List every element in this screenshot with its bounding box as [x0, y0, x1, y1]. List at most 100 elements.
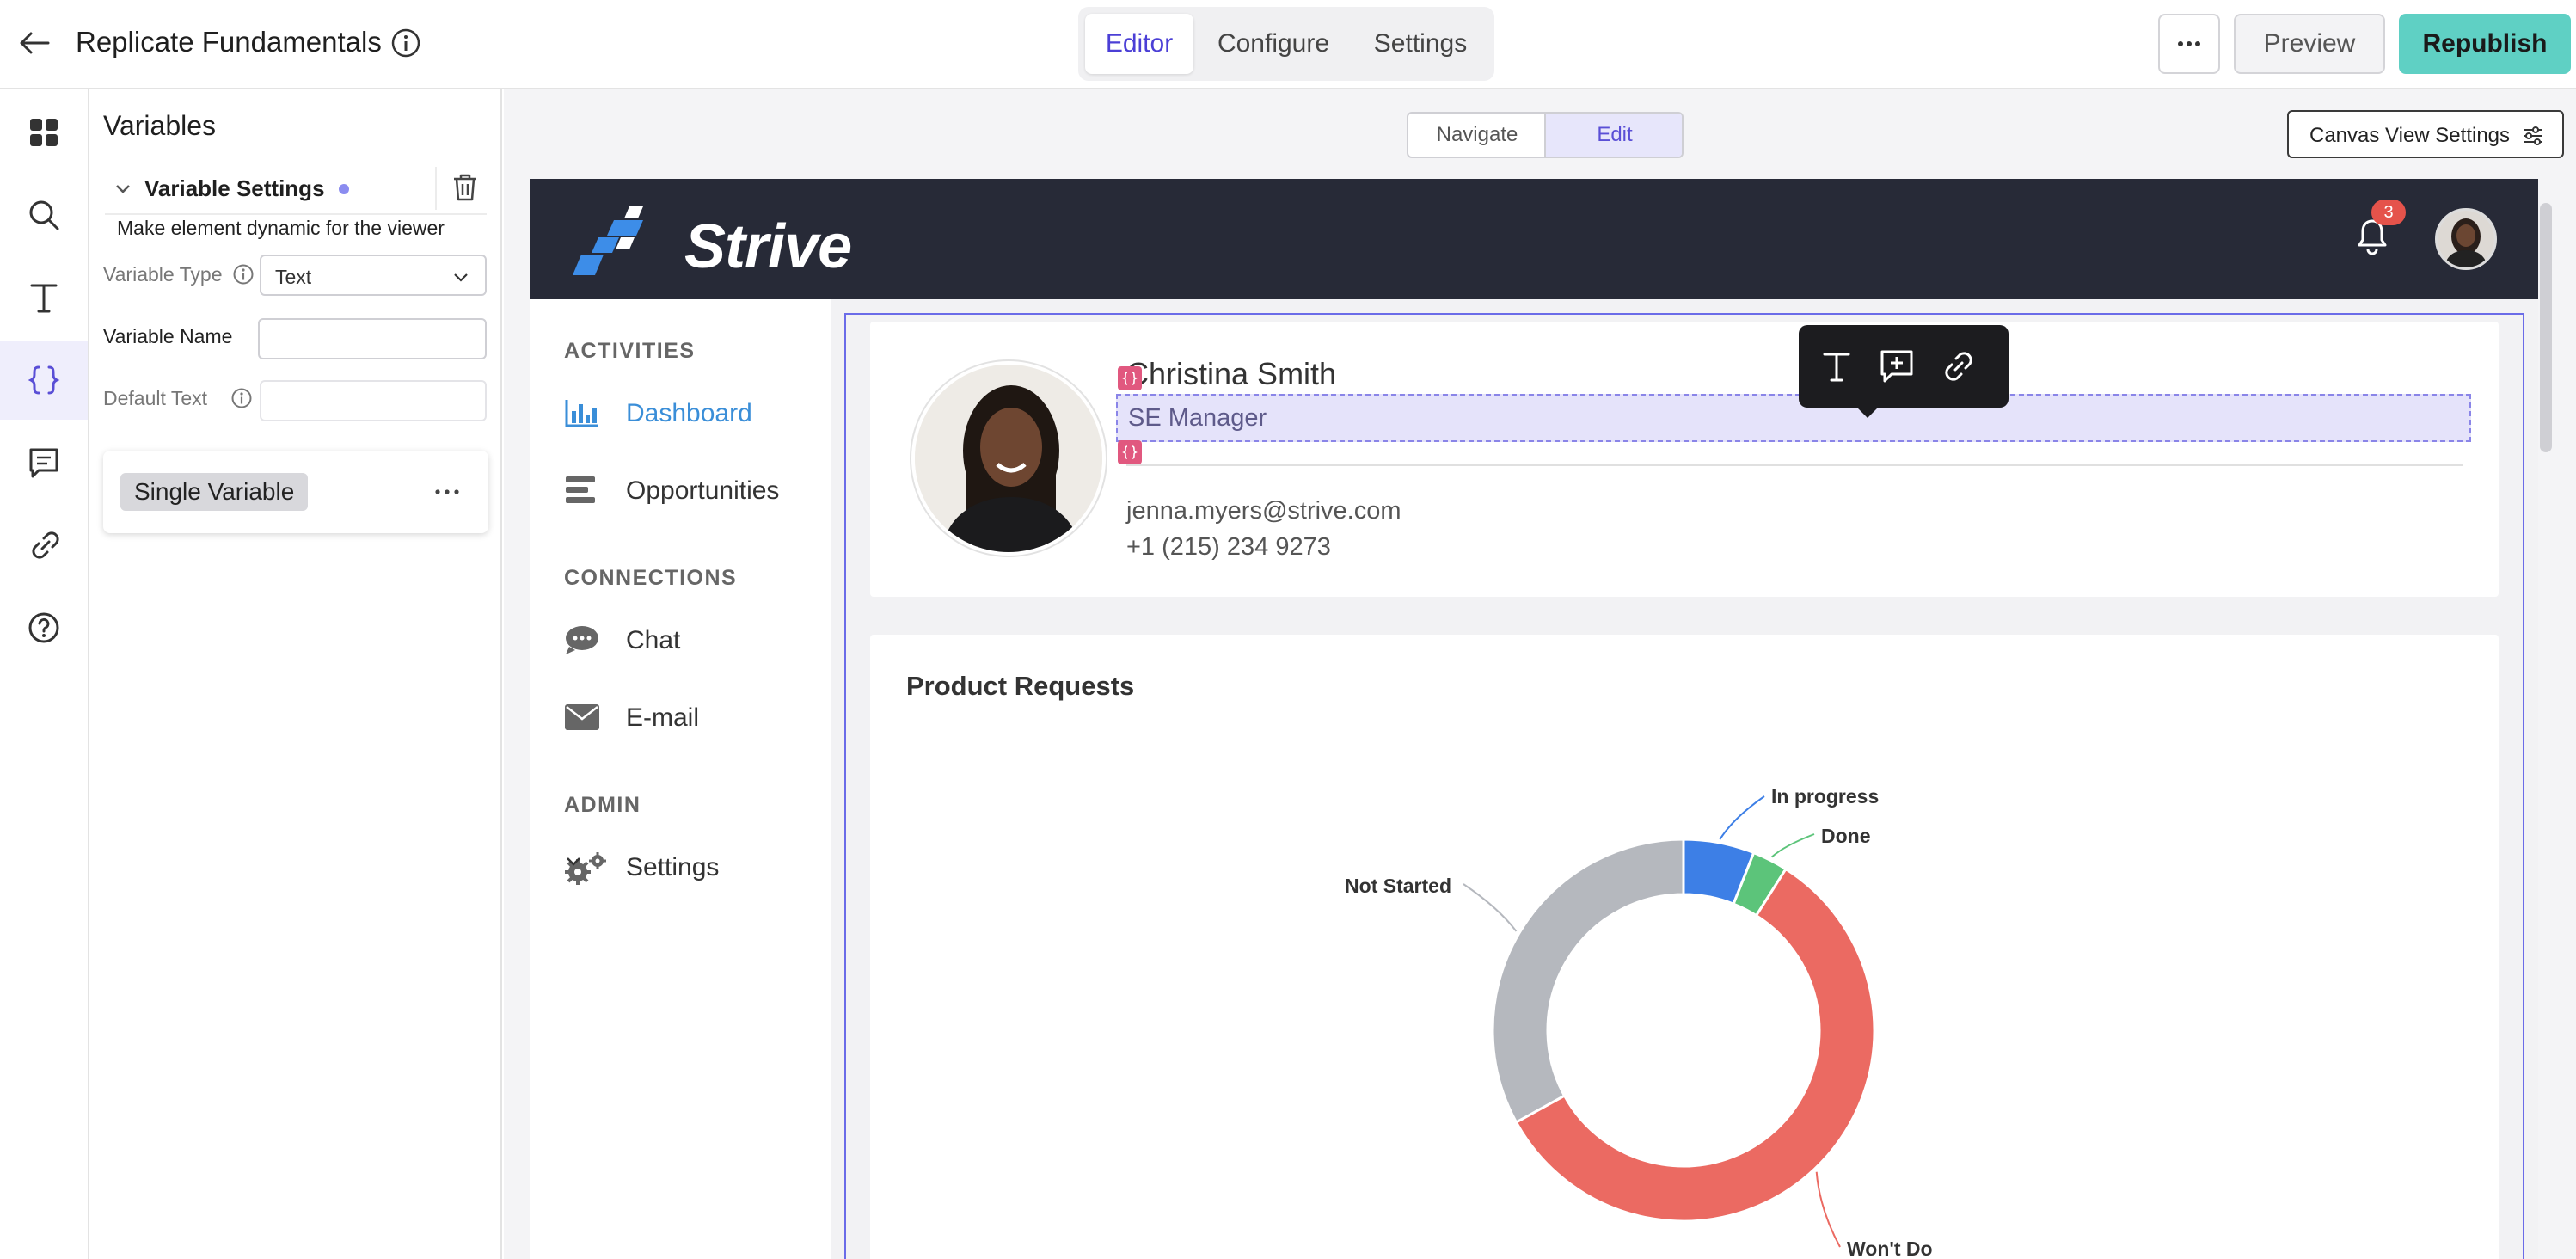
- variable-handle-icon[interactable]: [1118, 366, 1142, 390]
- variable-type-select[interactable]: Text: [260, 255, 487, 296]
- link-icon[interactable]: [1935, 344, 1979, 389]
- nav-section-admin: ADMIN: [564, 793, 641, 817]
- variable-handle-icon[interactable]: [1118, 440, 1142, 464]
- top-bar: Replicate Fundamentals Editor Configure …: [0, 0, 2576, 89]
- nav-label: Chat: [626, 626, 681, 654]
- info-icon[interactable]: [230, 387, 253, 409]
- variable-chip[interactable]: Single Variable: [120, 473, 309, 511]
- rail-text[interactable]: [0, 258, 88, 337]
- profile-role[interactable]: SE Manager: [1128, 404, 1267, 433]
- envelope-icon: [565, 704, 599, 730]
- label-leader-line: [1770, 833, 1815, 858]
- more-options-button[interactable]: [2158, 14, 2220, 74]
- label-leader-line: [1463, 883, 1518, 932]
- floating-toolbar: [1799, 325, 2009, 408]
- strive-header: Strive 3: [530, 179, 2538, 299]
- profile-name[interactable]: Christina Smith: [1126, 356, 1336, 392]
- donut-label: Not Started: [1345, 875, 1451, 897]
- canvas-scrollbar[interactable]: [2540, 203, 2552, 452]
- search-icon: [29, 200, 59, 230]
- chevron-down-icon: [454, 273, 468, 282]
- rail-variables[interactable]: [0, 341, 88, 420]
- profile-email[interactable]: jenna.myers@strive.com: [1126, 497, 1401, 525]
- role-variable-highlight[interactable]: SE Manager: [1116, 394, 2471, 442]
- strive-app-canvas: Strive 3 ACTIVITIES Dashboard Opportunit…: [530, 179, 2538, 1259]
- profile-photo: [911, 361, 1106, 556]
- nav-item-dashboard[interactable]: Dashboard: [564, 387, 813, 439]
- rail-help[interactable]: [0, 588, 88, 667]
- nav-label: Settings: [626, 853, 720, 881]
- profile-card[interactable]: Christina Smith SE Manager jenna.myers@s…: [870, 322, 2499, 597]
- donut-slice-not-started[interactable]: [1491, 838, 1685, 1124]
- add-comment-icon[interactable]: [1874, 344, 1919, 389]
- donut-label: Won't Do: [1847, 1238, 1933, 1259]
- variable-card[interactable]: Single Variable: [103, 451, 488, 533]
- panel-title: Variables: [103, 110, 217, 141]
- nav-section-connections: CONNECTIONS: [564, 566, 738, 590]
- help-icon: [28, 612, 59, 643]
- nav-item-settings[interactable]: Settings: [564, 841, 813, 893]
- default-text-label: Default Text: [103, 387, 208, 409]
- canvas-mode-toggle: Navigate Edit: [1407, 112, 1684, 158]
- divider: [1126, 464, 2463, 466]
- variables-panel: Variables Variable Settings Make element…: [89, 89, 502, 1259]
- text-format-icon[interactable]: [1814, 344, 1859, 389]
- status-dot: [339, 184, 349, 194]
- strive-logo[interactable]: Strive: [569, 200, 852, 286]
- info-icon[interactable]: [390, 28, 421, 58]
- donut-label: In progress: [1771, 785, 1879, 808]
- chat-bubble-icon: [566, 626, 598, 654]
- nav-label: Dashboard: [626, 399, 752, 427]
- preview-button[interactable]: Preview: [2234, 14, 2385, 74]
- nav-item-chat[interactable]: Chat: [564, 614, 813, 666]
- text-icon: [30, 284, 58, 313]
- label-leader-line: [1815, 1171, 1841, 1248]
- tab-editor[interactable]: Editor: [1085, 14, 1193, 74]
- mode-tabs: Editor Configure Settings: [1078, 7, 1494, 81]
- notification-badge: 3: [2371, 200, 2406, 225]
- nav-item-opportunities[interactable]: Opportunities: [564, 464, 813, 516]
- rail-comments[interactable]: [0, 423, 88, 502]
- tab-configure[interactable]: Configure: [1200, 14, 1346, 74]
- nav-item-email[interactable]: E-mail: [564, 691, 813, 743]
- republish-button[interactable]: Republish: [2399, 14, 2571, 74]
- profile-phone[interactable]: +1 (215) 234 9273: [1126, 533, 1331, 562]
- variable-name-label: Variable Name: [103, 325, 233, 347]
- label-leader-line: [1719, 795, 1765, 840]
- trash-icon[interactable]: [451, 172, 480, 203]
- list-icon: [566, 476, 595, 503]
- chevron-down-icon[interactable]: [564, 851, 583, 870]
- tab-settings[interactable]: Settings: [1353, 14, 1487, 74]
- chevron-down-icon[interactable]: [113, 179, 132, 198]
- nav-label: E-mail: [626, 703, 700, 732]
- navigate-button[interactable]: Navigate: [1408, 114, 1546, 157]
- left-rail: [0, 89, 89, 1259]
- more-horizontal-icon[interactable]: [432, 476, 463, 507]
- comment-icon: [29, 448, 58, 478]
- rail-search[interactable]: [0, 175, 88, 255]
- brand-name: Strive: [684, 212, 852, 281]
- link-icon: [32, 531, 59, 559]
- info-icon[interactable]: [232, 263, 255, 286]
- donut-chart[interactable]: In progress Done Won't Do Not Started: [870, 635, 2499, 1259]
- project-title: Replicate Fundamentals: [76, 26, 382, 58]
- rail-links[interactable]: [0, 506, 88, 585]
- edit-button[interactable]: Edit: [1544, 114, 1682, 157]
- back-arrow-icon[interactable]: [15, 24, 53, 62]
- canvas-view-settings-button[interactable]: Canvas View Settings: [2287, 110, 2564, 158]
- divider: [435, 167, 437, 210]
- variable-settings-header[interactable]: Variable Settings: [105, 162, 487, 215]
- variable-name-input[interactable]: [258, 318, 487, 359]
- default-text-input[interactable]: [260, 380, 487, 421]
- variable-description: Make element dynamic for the viewer: [117, 217, 445, 239]
- rail-dashboard[interactable]: [0, 93, 88, 172]
- grid-icon: [30, 119, 58, 146]
- avatar[interactable]: [2435, 208, 2497, 270]
- strive-main: Christina Smith SE Manager jenna.myers@s…: [831, 299, 2538, 1259]
- strive-sidebar: ACTIVITIES Dashboard Opportunities CONNE…: [530, 299, 831, 1259]
- bar-chart-icon: [565, 400, 598, 427]
- nav-section-activities: ACTIVITIES: [564, 339, 696, 363]
- braces-icon: [28, 365, 60, 395]
- donut-label: Done: [1821, 825, 1871, 847]
- chart-card[interactable]: Product Requests In progress Done Won't Do…: [870, 635, 2499, 1259]
